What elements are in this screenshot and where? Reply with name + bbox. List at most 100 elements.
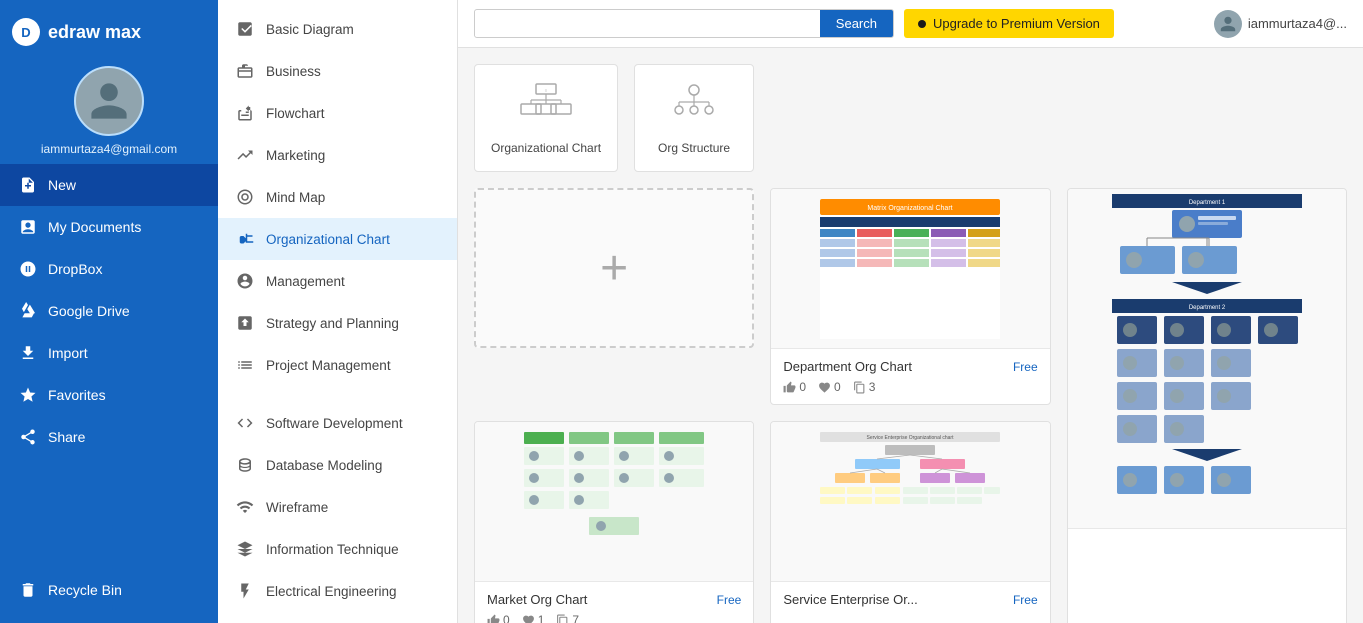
dept-org-chart-preview: Matrix Organizational Chart xyxy=(771,189,1049,349)
upgrade-button[interactable]: Upgrade to Premium Version xyxy=(904,9,1114,38)
new-icon xyxy=(18,175,38,195)
mid-item-electrical[interactable]: Electrical Engineering xyxy=(218,570,457,612)
blue-org-chart-preview: Department 1 xyxy=(1068,189,1346,529)
user-avatar-icon xyxy=(1219,15,1237,33)
mid-item-industrial[interactable]: Industrial Engineering xyxy=(218,612,457,623)
mid-label-basic-diagram: Basic Diagram xyxy=(266,22,354,37)
mid-item-software-dev[interactable]: Software Development xyxy=(218,402,457,444)
mid-item-business[interactable]: Business xyxy=(218,50,457,92)
mid-label-info-tech: Information Technique xyxy=(266,542,399,557)
nav-item-share[interactable]: Share xyxy=(0,416,218,458)
import-icon xyxy=(18,343,38,363)
search-box: Search xyxy=(474,9,894,38)
mid-item-mind-map[interactable]: Mind Map xyxy=(218,176,457,218)
electrical-icon xyxy=(234,580,256,602)
mid-item-management[interactable]: Management xyxy=(218,260,457,302)
user-avatar xyxy=(74,66,144,136)
strategy-icon xyxy=(234,312,256,334)
market-copies: 7 xyxy=(556,613,579,623)
dept-org-chart-info: Department Org Chart Free 0 0 xyxy=(771,349,1049,404)
software-dev-icon xyxy=(234,412,256,434)
market-org-chart-card[interactable]: Market Org Chart Free 0 1 xyxy=(474,421,754,623)
nav-item-new[interactable]: New xyxy=(0,164,218,206)
plus-icon: + xyxy=(600,241,628,296)
user-account[interactable]: iammurtaza4@... xyxy=(1214,10,1347,38)
market-likes: 0 xyxy=(487,613,510,623)
mid-label-org-chart: Organizational Chart xyxy=(266,232,390,247)
dept-copies-count: 3 xyxy=(869,380,876,394)
mid-sidebar: Basic Diagram Business Flowchart Marketi… xyxy=(218,0,458,623)
mid-label-wireframe: Wireframe xyxy=(266,500,328,515)
mid-label-strategy: Strategy and Planning xyxy=(266,316,399,331)
mid-label-software-dev: Software Development xyxy=(266,416,403,431)
svg-text:Service Enterprise Organizatio: Service Enterprise Organizational chart xyxy=(867,435,955,441)
mid-item-info-tech[interactable]: Information Technique xyxy=(218,528,457,570)
blue-org-chart-card[interactable]: Department 1 xyxy=(1067,188,1347,623)
mid-item-database[interactable]: Database Modeling xyxy=(218,444,457,486)
management-icon xyxy=(234,270,256,292)
mid-label-database: Database Modeling xyxy=(266,458,382,473)
nav-item-favorites[interactable]: Favorites xyxy=(0,374,218,416)
search-input[interactable] xyxy=(475,11,820,36)
mid-label-business: Business xyxy=(266,64,321,79)
dept-copies: 3 xyxy=(853,380,876,394)
dropbox-icon xyxy=(18,259,38,279)
nav-item-google-drive[interactable]: Google Drive xyxy=(0,290,218,332)
nav-item-recycle-bin[interactable]: Recycle Bin xyxy=(0,569,218,611)
mid-item-wireframe[interactable]: Wireframe xyxy=(218,486,457,528)
user-account-name: iammurtaza4@... xyxy=(1248,16,1347,31)
google-drive-icon xyxy=(18,301,38,321)
dept-org-chart-card[interactable]: Matrix Organizational Chart xyxy=(770,188,1050,405)
basic-diagram-icon xyxy=(234,18,256,40)
market-org-chart-preview xyxy=(475,422,753,582)
template-card-label-org-structure: Org Structure xyxy=(658,141,730,155)
mid-label-management: Management xyxy=(266,274,345,289)
market-org-chart-info: Market Org Chart Free 0 1 xyxy=(475,582,753,623)
service-enterprise-card[interactable]: Service Enterprise Organizational chart xyxy=(770,421,1050,623)
user-email: iammurtaza4@gmail.com xyxy=(31,142,187,156)
nav-label-import: Import xyxy=(48,345,88,361)
brand-logo: D xyxy=(12,18,40,46)
my-documents-icon xyxy=(18,217,38,237)
dept-org-chart-title: Department Org Chart xyxy=(783,359,912,374)
business-icon xyxy=(234,60,256,82)
template-card-org-chart[interactable]: ≡ Organizational xyxy=(474,64,618,172)
svg-text:Department 1: Department 1 xyxy=(1189,200,1226,206)
brand-name: edraw max xyxy=(48,22,141,43)
marketing-icon xyxy=(234,144,256,166)
mid-label-flowchart: Flowchart xyxy=(266,106,325,121)
user-avatar-small xyxy=(1214,10,1242,38)
nav-item-dropbox[interactable]: DropBox xyxy=(0,248,218,290)
mid-label-marketing: Marketing xyxy=(266,148,325,163)
recycle-bin-icon xyxy=(18,580,38,600)
brand-logo-letter: D xyxy=(21,25,30,40)
nav-item-my-documents[interactable]: My Documents xyxy=(0,206,218,248)
search-button[interactable]: Search xyxy=(820,10,893,37)
new-blank-card[interactable]: + xyxy=(474,188,754,405)
upgrade-dot xyxy=(918,20,926,28)
nav-label-share: Share xyxy=(48,429,85,445)
avatar-section: iammurtaza4@gmail.com xyxy=(31,66,187,156)
svg-text:≡: ≡ xyxy=(545,88,548,93)
dept-likes-count: 0 xyxy=(799,380,806,394)
favorites-icon xyxy=(18,385,38,405)
market-hearts: 1 xyxy=(522,613,545,623)
template-card-org-structure[interactable]: Org Structure xyxy=(634,64,754,172)
flowchart-icon xyxy=(234,102,256,124)
mid-item-marketing[interactable]: Marketing xyxy=(218,134,457,176)
mid-item-org-chart[interactable]: Organizational Chart xyxy=(218,218,457,260)
add-card-preview[interactable]: + xyxy=(474,188,754,348)
template-card-label-org: Organizational Chart xyxy=(491,141,601,155)
nav-item-import[interactable]: Import xyxy=(0,332,218,374)
database-icon xyxy=(234,454,256,476)
mid-item-flowchart[interactable]: Flowchart xyxy=(218,92,457,134)
nav-label-recycle-bin: Recycle Bin xyxy=(48,582,122,598)
dept-likes: 0 xyxy=(783,380,806,394)
mid-item-project[interactable]: Project Management xyxy=(218,344,457,386)
service-enterprise-info: Service Enterprise Or... Free xyxy=(771,582,1049,617)
service-enterprise-title: Service Enterprise Or... xyxy=(783,592,917,607)
diagram-grid: + Matrix Organizational Chart xyxy=(474,188,1347,623)
mid-item-strategy[interactable]: Strategy and Planning xyxy=(218,302,457,344)
mid-item-basic-diagram[interactable]: Basic Diagram xyxy=(218,8,457,50)
nav-label-google-drive: Google Drive xyxy=(48,303,130,319)
